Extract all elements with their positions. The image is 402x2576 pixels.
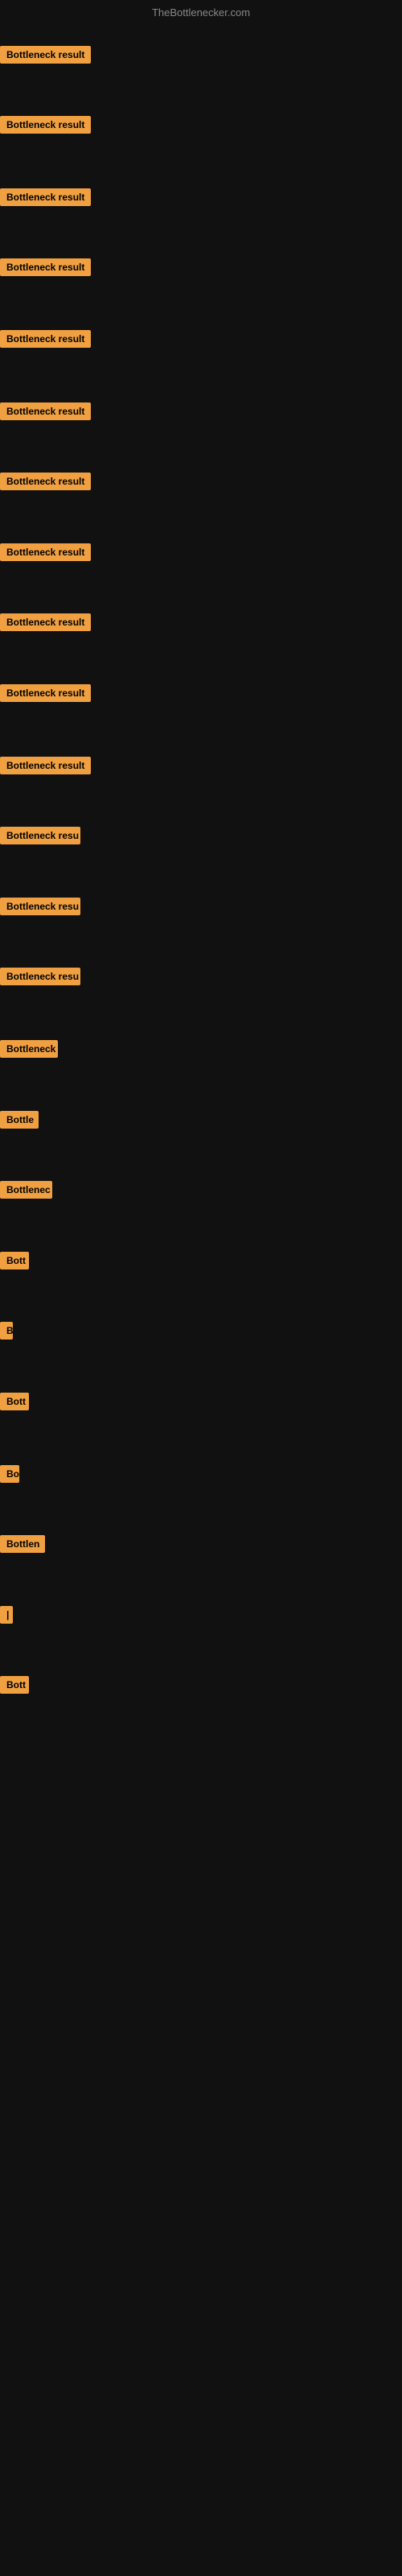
bottleneck-badge[interactable]: Bottleneck result	[0, 543, 91, 561]
bottleneck-badge[interactable]: Bottleneck result	[0, 684, 91, 702]
bottleneck-item: Bottleneck resu	[0, 968, 80, 989]
bottleneck-badge[interactable]: Bottleneck result	[0, 757, 91, 774]
bottleneck-badge[interactable]: Bottlenec	[0, 1181, 52, 1199]
bottleneck-badge[interactable]: Bottleneck result	[0, 613, 91, 631]
site-title: TheBottlenecker.com	[152, 6, 250, 19]
bottleneck-badge[interactable]: Bott	[0, 1676, 29, 1694]
bottleneck-badge[interactable]: Bottleneck resu	[0, 827, 80, 844]
bottleneck-item: Bottleneck result	[0, 402, 91, 424]
bottleneck-item: Bottleneck result	[0, 473, 91, 494]
bottleneck-item: Bottle	[0, 1111, 39, 1133]
site-header: TheBottlenecker.com	[0, 0, 402, 22]
bottleneck-item: Bottleneck result	[0, 116, 91, 138]
bottleneck-badge[interactable]: Bottleneck resu	[0, 968, 80, 985]
bottleneck-badge[interactable]: |	[0, 1606, 13, 1624]
bottleneck-badge[interactable]: Bottleneck resu	[0, 898, 80, 915]
bottleneck-badge[interactable]: Bottleneck result	[0, 473, 91, 490]
bottleneck-badge[interactable]: Bottle	[0, 1111, 39, 1129]
bottleneck-item: |	[0, 1606, 13, 1628]
bottleneck-badge[interactable]: Bo	[0, 1465, 19, 1483]
bottleneck-item: Bottleneck resu	[0, 898, 80, 919]
bottleneck-item: Bottleneck result	[0, 188, 91, 210]
bottleneck-badge[interactable]: Bottleneck	[0, 1040, 58, 1058]
bottleneck-badge[interactable]: Bottleneck result	[0, 46, 91, 64]
bottleneck-badge[interactable]: Bottleneck result	[0, 258, 91, 276]
bottleneck-badge[interactable]: Bottlen	[0, 1535, 45, 1553]
bottleneck-item: Bottleneck result	[0, 330, 91, 352]
bottleneck-item: Bott	[0, 1676, 29, 1698]
bottleneck-badge[interactable]: Bottleneck result	[0, 330, 91, 348]
bottleneck-item: Bottleneck	[0, 1040, 58, 1062]
bottleneck-badge[interactable]: Bottleneck result	[0, 402, 91, 420]
bottleneck-item: Bott	[0, 1252, 29, 1274]
bottleneck-badge[interactable]: Bottleneck result	[0, 188, 91, 206]
bottleneck-badge[interactable]: Bottleneck result	[0, 116, 91, 134]
bottleneck-item: Bottleneck resu	[0, 827, 80, 848]
bottleneck-item: Bottleneck result	[0, 757, 91, 778]
bottleneck-item: Bottleneck result	[0, 613, 91, 635]
bottleneck-item: Bottleneck result	[0, 258, 91, 280]
bottleneck-item: Bottleneck result	[0, 543, 91, 565]
bottleneck-item: B	[0, 1322, 13, 1344]
bottleneck-badge[interactable]: Bott	[0, 1252, 29, 1269]
bottleneck-item: Bottlenec	[0, 1181, 52, 1203]
bottleneck-badge[interactable]: B	[0, 1322, 13, 1340]
bottleneck-item: Bottlen	[0, 1535, 45, 1557]
bottleneck-item: Bottleneck result	[0, 684, 91, 706]
bottleneck-item: Bottleneck result	[0, 46, 91, 68]
bottleneck-item: Bott	[0, 1393, 29, 1414]
bottleneck-item: Bo	[0, 1465, 19, 1487]
bottleneck-badge[interactable]: Bott	[0, 1393, 29, 1410]
